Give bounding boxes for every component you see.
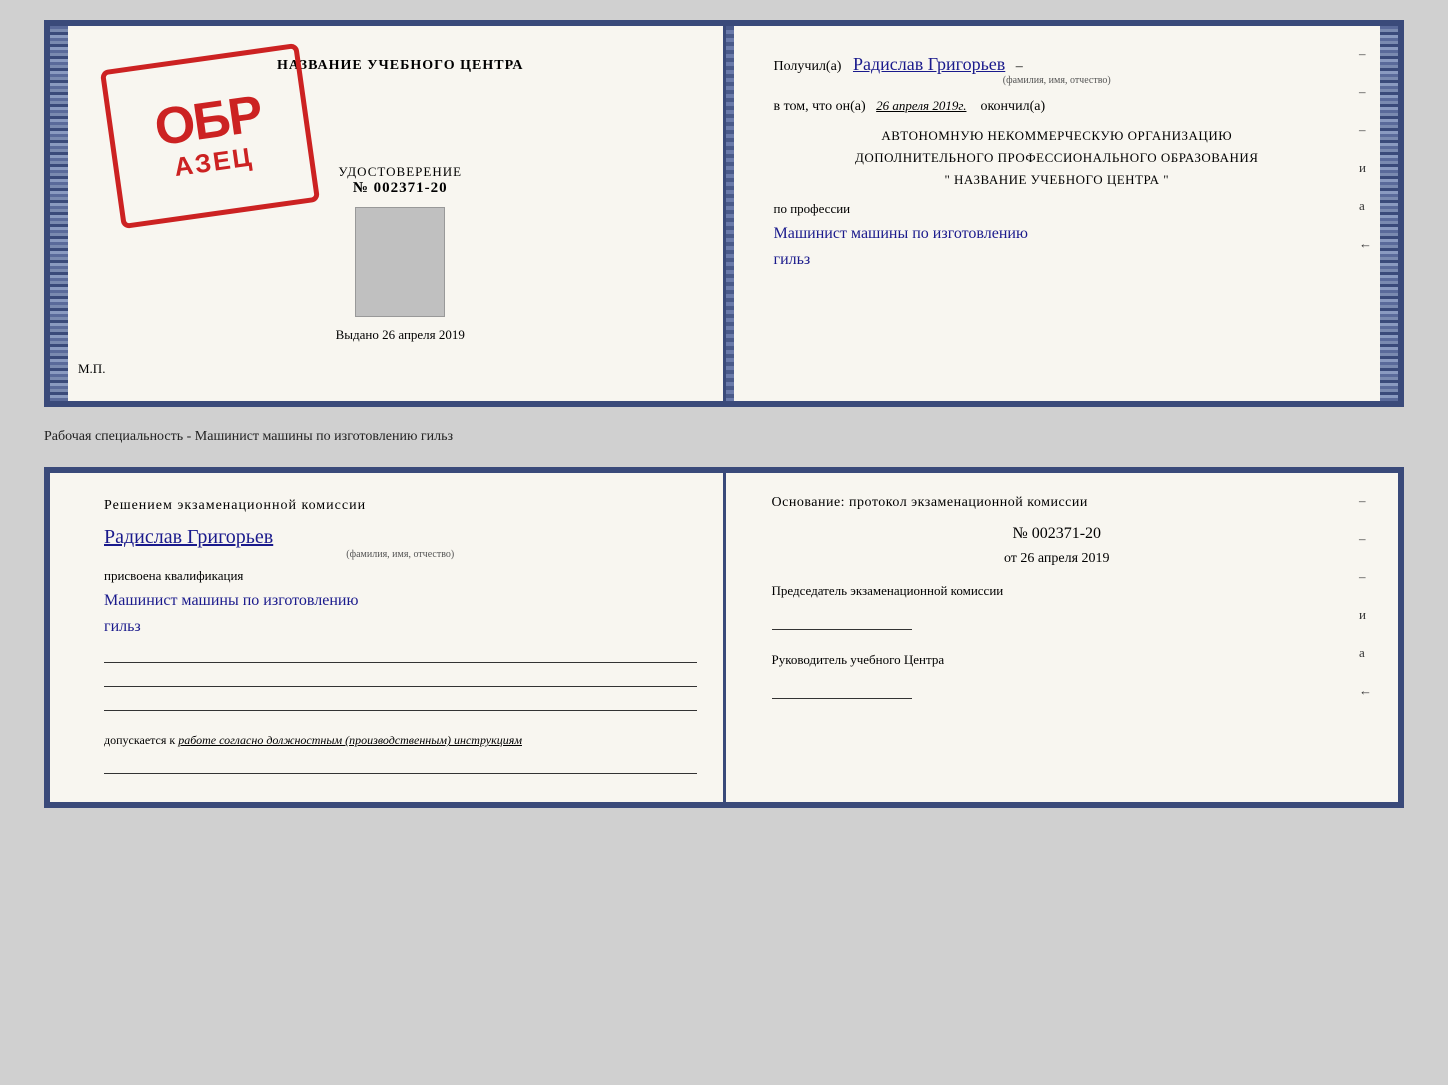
- predsedatel-sign-line: [772, 610, 912, 630]
- underline3: [104, 693, 697, 711]
- obrazets-stamp: ОБР АЗЕЦ: [100, 43, 320, 229]
- recipient-name: Радислав Григорьев: [853, 54, 1005, 74]
- poluchil-line: Получил(а) Радислав Григорьев – (фамилия…: [774, 54, 1341, 86]
- okonchill-label: окончил(а): [980, 99, 1045, 114]
- avt-block: АВТОНОМНУЮ НЕКОММЕРЧЕСКУЮ ОРГАНИЗАЦИЮ ДО…: [774, 125, 1341, 191]
- underline4: [104, 756, 697, 774]
- top-left-panel: НАЗВАНИЕ УЧЕБНОГО ЦЕНТРА ОБР АЗЕЦ УДОСТО…: [50, 26, 726, 401]
- bottom-name-block: Радислав Григорьев (фамилия, имя, отчест…: [104, 526, 697, 560]
- name-sublabel: (фамилия, имя, отчество): [774, 75, 1341, 86]
- b-a-label: а: [1359, 645, 1372, 661]
- ot-label: от: [1004, 551, 1017, 566]
- b-dash3: –: [1359, 569, 1372, 585]
- underline2: [104, 669, 697, 687]
- photo-placeholder: [355, 207, 445, 317]
- reshen-title: Решением экзаменационной комиссии: [104, 495, 697, 516]
- b-arrow: ←: [1359, 683, 1372, 699]
- bottom-name-sublabel: (фамилия, имя, отчество): [104, 549, 697, 560]
- dash3: –: [1359, 122, 1372, 138]
- prisvoena-label: присвоена квалификация: [104, 568, 697, 584]
- caption-line: Рабочая специальность - Машинист машины …: [44, 425, 1404, 449]
- b-i-label: и: [1359, 607, 1372, 623]
- vtom-line: в том, что он(а) 26 апреля 2019г. окончи…: [774, 98, 1341, 115]
- poluchil-label: Получил(а): [774, 59, 842, 74]
- bottom-right-margin-dashes: – – – и а ←: [1359, 493, 1372, 699]
- vydano-line: Выдано 26 апреля 2019: [106, 327, 695, 343]
- top-document: НАЗВАНИЕ УЧЕБНОГО ЦЕНТРА ОБР АЗЕЦ УДОСТО…: [44, 20, 1404, 407]
- dopuskaetsya-text: работе согласно должностным (производств…: [178, 733, 522, 747]
- completion-date: 26 апреля 2019г.: [876, 98, 966, 113]
- ot-date: от 26 апреля 2019: [772, 551, 1343, 567]
- avt-line3: " НАЗВАНИЕ УЧЕБНОГО ЦЕНТРА ": [774, 169, 1341, 191]
- dash2: –: [1359, 84, 1372, 100]
- profession-line1: Машинист машины по изготовлению: [774, 225, 1028, 242]
- kvalifikatsiya-text: Машинист машины по изготовлению гильз: [104, 588, 697, 639]
- dopuskaetsya-prefix: допускается к: [104, 733, 178, 747]
- avt-line1: АВТОНОМНУЮ НЕКОММЕРЧЕСКУЮ ОРГАНИЗАЦИЮ: [774, 125, 1341, 147]
- rukovoditel-block: Руководитель учебного Центра: [772, 650, 1343, 699]
- po-professii-label: по профессии: [774, 201, 1341, 217]
- avt-line2: ДОПОЛНИТЕЛЬНОГО ПРОФЕССИОНАЛЬНОГО ОБРАЗО…: [774, 147, 1341, 169]
- arrow: ←: [1359, 236, 1372, 252]
- top-right-panel: Получил(а) Радислав Григорьев – (фамилия…: [726, 26, 1399, 401]
- profession-line2: гильз: [774, 251, 811, 268]
- bottom-right-panel: Основание: протокол экзаменационной коми…: [726, 473, 1399, 802]
- dash1: –: [1359, 46, 1372, 62]
- protocol-number: № 002371-20: [772, 525, 1343, 543]
- dopuskaetsya-block: допускается к работе согласно должностны…: [104, 731, 697, 750]
- protocol-date: 26 апреля 2019: [1020, 551, 1109, 566]
- i-label: и: [1359, 160, 1372, 176]
- bottom-recipient-name: Радислав Григорьев: [104, 526, 273, 548]
- mp-line: М.П.: [78, 361, 695, 377]
- vtom-label: в том, что он(а): [774, 99, 866, 114]
- bottom-left-panel: Решением экзаменационной комиссии Радисл…: [50, 473, 726, 802]
- rukovoditel-label: Руководитель учебного Центра: [772, 650, 1343, 671]
- bottom-document: Решением экзаменационной комиссии Радисл…: [44, 467, 1404, 808]
- underline1: [104, 645, 697, 663]
- predsedatel-label: Председатель экзаменационной комиссии: [772, 581, 1343, 602]
- rukovoditel-sign-line: [772, 679, 912, 699]
- right-margin-dashes: – – – и а ←: [1359, 46, 1372, 252]
- b-dash2: –: [1359, 531, 1372, 547]
- kvalif-line1: Машинист машины по изготовлению: [104, 592, 358, 609]
- b-dash1: –: [1359, 493, 1372, 509]
- profession-text: Машинист машины по изготовлению гильз: [774, 221, 1341, 272]
- kvalif-line2: гильз: [104, 618, 141, 635]
- osnov-title: Основание: протокол экзаменационной коми…: [772, 495, 1343, 511]
- a-label: а: [1359, 198, 1372, 214]
- predsedatel-block: Председатель экзаменационной комиссии: [772, 581, 1343, 630]
